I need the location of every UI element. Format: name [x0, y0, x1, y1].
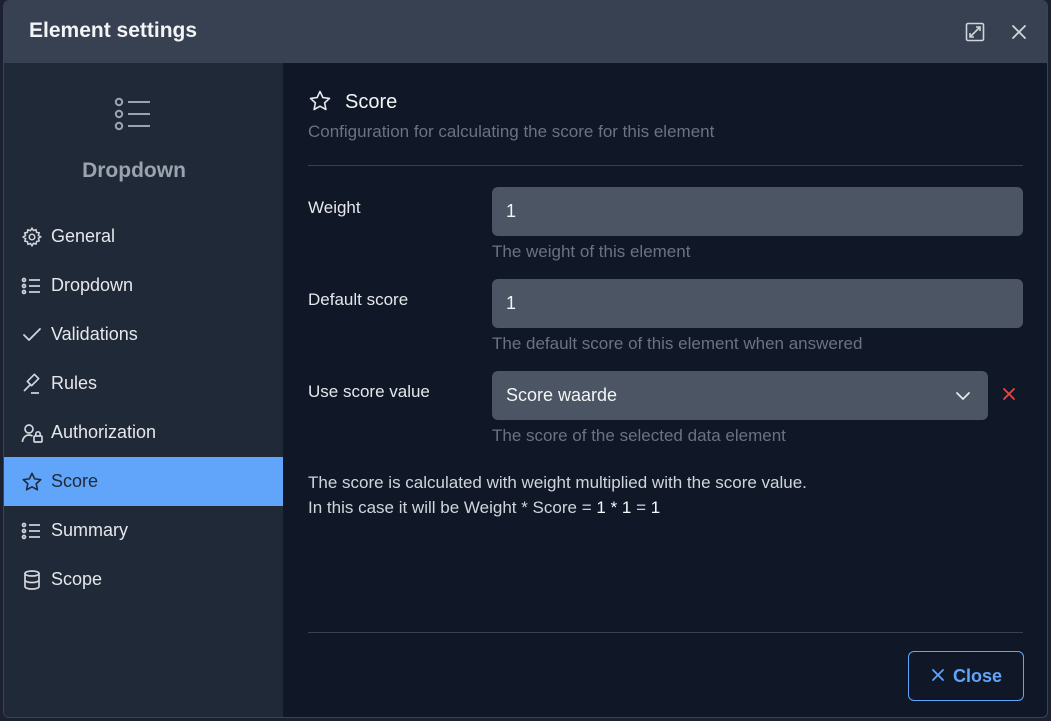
formula-equals: =	[636, 498, 647, 517]
sidebar-item-label: Dropdown	[51, 275, 134, 295]
use-score-value-select[interactable]: Score waarde	[492, 371, 988, 420]
sidebar-item-general[interactable]: General	[4, 212, 283, 261]
score-formula: In this case it will be Weight * Score =…	[308, 498, 660, 518]
formula-operator: *	[610, 498, 618, 517]
star-icon	[21, 471, 43, 493]
score-explanation: The score is calculated with weight mult…	[308, 473, 807, 492]
section-title: Score	[345, 91, 398, 113]
formula-prefix: In this case it will be Weight * Score =	[308, 498, 597, 517]
user-lock-icon	[21, 422, 43, 444]
sidebar-item-label: General	[51, 226, 116, 246]
formula-score: 1	[621, 498, 632, 517]
formula-weight: 1	[596, 498, 606, 517]
weight-input[interactable]	[492, 187, 1023, 236]
default-score-input[interactable]	[492, 279, 1023, 328]
close-button[interactable]: Close	[908, 651, 1024, 701]
sidebar-item-scope[interactable]: Scope	[4, 555, 283, 604]
formula-result: 1	[650, 498, 661, 517]
sidebar-item-label: Authorization	[51, 422, 157, 442]
list-icon	[21, 275, 43, 297]
dialog-titlebar: Element settings	[4, 1, 1047, 63]
chevron-down-icon	[954, 387, 972, 410]
use-score-value-help: The score of the selected data element	[492, 426, 786, 445]
sidebar-item-label: Score	[51, 471, 99, 491]
expand-icon[interactable]	[964, 21, 986, 43]
list-icon	[114, 97, 152, 136]
sidebar-item-dropdown[interactable]: Dropdown	[4, 261, 283, 310]
section-description: Configuration for calculating the score …	[308, 122, 715, 141]
sidebar-item-label: Rules	[51, 373, 98, 393]
use-score-value-label: Use score value	[308, 382, 430, 401]
close-icon[interactable]	[1008, 21, 1030, 43]
element-settings-dialog: Element settings Dropdown General Dropdo…	[3, 0, 1048, 718]
weight-help: The weight of this element	[492, 242, 691, 261]
clear-selection-icon[interactable]	[1001, 386, 1017, 407]
select-value: Score waarde	[506, 385, 618, 405]
default-score-help: The default score of this element when a…	[492, 334, 863, 353]
close-icon	[931, 668, 945, 687]
section-divider	[308, 165, 1023, 166]
sidebar-item-label: Summary	[51, 520, 129, 540]
database-icon	[21, 569, 43, 591]
sidebar: Dropdown General Dropdown Validations Ru…	[4, 63, 283, 717]
star-icon	[308, 89, 332, 118]
gear-icon	[21, 226, 43, 248]
sidebar-item-label: Validations	[51, 324, 138, 344]
sidebar-item-rules[interactable]: Rules	[4, 359, 283, 408]
sidebar-item-summary[interactable]: Summary	[4, 506, 283, 555]
element-type-label: Dropdown	[82, 159, 186, 182]
check-icon	[21, 324, 43, 346]
list-icon	[21, 520, 43, 542]
default-score-label: Default score	[308, 290, 409, 309]
weight-label: Weight	[308, 198, 361, 217]
gavel-icon	[21, 373, 43, 395]
sidebar-item-score[interactable]: Score	[4, 457, 283, 506]
main-panel: Score Configuration for calculating the …	[283, 63, 1047, 717]
sidebar-item-validations[interactable]: Validations	[4, 310, 283, 359]
sidebar-item-authorization[interactable]: Authorization	[4, 408, 283, 457]
close-button-label: Close	[953, 666, 1003, 686]
footer-divider	[308, 632, 1023, 633]
sidebar-item-label: Scope	[51, 569, 103, 589]
dialog-title: Element settings	[29, 19, 198, 42]
